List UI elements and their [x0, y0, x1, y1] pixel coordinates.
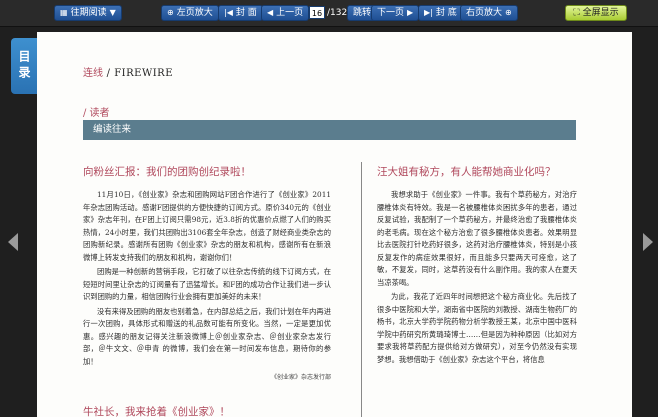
section-name: 连线 — [83, 68, 103, 79]
first-page-icon: |◀ — [224, 8, 233, 17]
column-divider — [361, 162, 362, 417]
left-article: 向粉丝汇报：我们的团购创纪录啦！ 11月10日，《创业家》杂志和团购网站F团合作… — [83, 164, 331, 381]
past-issues-label: 往期阅读 — [70, 8, 107, 18]
left-article-paragraph: 团购是一种创新的营销手段，它打破了以往杂志传统的线下订阅方式，在短短时间里让杂志… — [83, 267, 331, 301]
back-cover-label: 封 底 — [435, 8, 457, 18]
fullscreen-button[interactable]: ⛶ 全屏显示 — [565, 5, 627, 21]
grid-icon: ▦ — [60, 8, 68, 17]
cover-label: 封 面 — [235, 8, 257, 18]
next-icon: ▶ — [407, 8, 414, 17]
cover-button[interactable]: |◀ 封 面 — [218, 5, 263, 21]
right-zoom-button[interactable]: 右页放大 ⊕ — [460, 5, 518, 21]
column-band: 编读往来 — [83, 120, 576, 140]
reader-label: / 读者 — [83, 108, 110, 119]
right-zoom-label: 右页放大 — [466, 8, 503, 18]
back-cover-button[interactable]: ▶| 封 底 — [418, 5, 463, 21]
prev-page-arrow-icon[interactable] — [8, 233, 18, 251]
zoom-icon: ⊕ — [505, 8, 512, 17]
next-page-arrow-icon[interactable] — [643, 233, 653, 251]
left-zoom-label: 左页放大 — [176, 8, 213, 18]
zoom-icon: ⊕ — [167, 8, 174, 17]
right-article-paragraph: 为此，我花了近四年时间想把这个秘方商业化。先后找了很多中医院和大学，湖南省中医院… — [377, 292, 577, 364]
goto-label: 跳转 — [353, 8, 372, 18]
toc-tab[interactable]: 目录 — [11, 38, 37, 94]
magazine-page: 连线 / FIREWIRE / 读者 编读往来 向粉丝汇报：我们的团购创纪录啦！… — [37, 32, 632, 417]
left-zoom-button[interactable]: ⊕ 左页放大 — [161, 5, 219, 21]
left-article-title: 向粉丝汇报：我们的团购创纪录啦！ — [83, 166, 251, 178]
section-name-en: FIREWIRE — [114, 68, 174, 79]
fullscreen-label: 全屏显示 — [582, 8, 619, 18]
left-article-paragraph: 11月10日，《创业家》杂志和团购网站F团合作进行了《创业家》2011年杂志团购… — [83, 190, 331, 262]
left-article-source: 《创业家》杂志发行部 — [270, 374, 331, 381]
reader-toolbar: ▦ 往期阅读 ▼ ⊕ 左页放大 |◀ 封 面 ◀ 上一页 16 /132 跳转 … — [0, 0, 658, 27]
fullscreen-icon: ⛶ — [573, 8, 580, 18]
right-article: 汪大姐有秘方，有人能帮她商业化吗？ 我想求助于《创业家》一件事。我有个草药秘方，… — [377, 164, 577, 368]
last-page-icon: ▶| — [424, 8, 433, 17]
next-page-label: 下一页 — [377, 8, 405, 18]
section-header: 连线 / FIREWIRE — [83, 64, 173, 79]
prev-page-button[interactable]: ◀ 上一页 — [261, 5, 310, 21]
section-separator: / — [103, 68, 115, 79]
right-article-title: 汪大姐有秘方，有人能帮她商业化吗？ — [377, 166, 556, 178]
page-total: /132 — [327, 8, 348, 18]
right-article-paragraph: 我想求助于《创业家》一件事。我有个草药秘方，对治疗腰椎体炎有特效。我是一名被腰椎… — [377, 190, 577, 287]
next-page-button[interactable]: 下一页 ▶ — [371, 5, 420, 21]
left-article-paragraph: 没有来得及团购的朋友也别着急，在内部总结之后，我们计划在年内再进行一次团购，具体… — [83, 306, 331, 366]
chevron-down-icon: ▼ — [109, 8, 116, 17]
prev-page-label: 上一页 — [276, 8, 304, 18]
next-article-title: 牛社长，我来抢着《创业家》！ — [83, 406, 230, 417]
past-issues-button[interactable]: ▦ 往期阅读 ▼ — [54, 5, 122, 21]
prev-icon: ◀ — [267, 8, 274, 17]
page-number-input[interactable]: 16 — [309, 6, 325, 19]
